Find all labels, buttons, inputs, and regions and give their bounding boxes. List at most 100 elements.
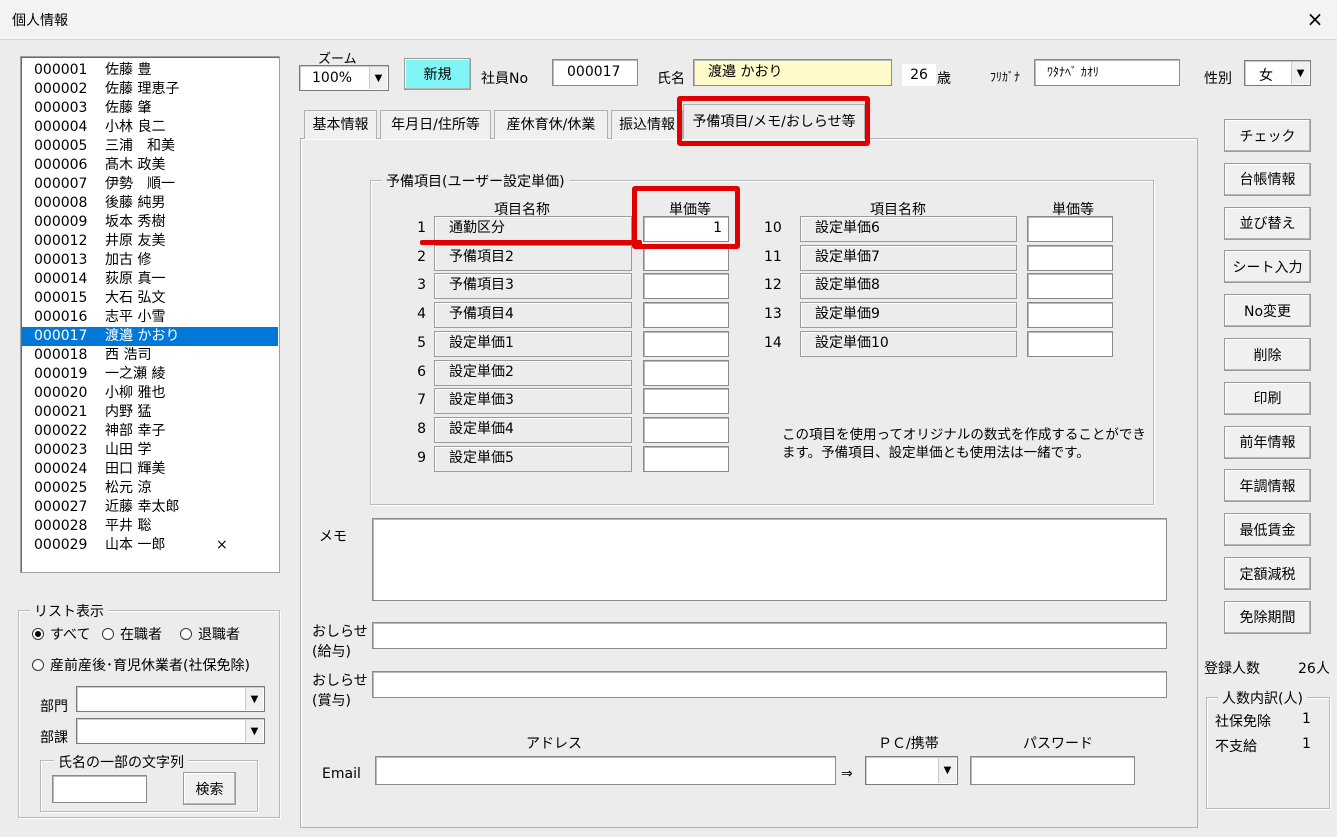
item-price-input[interactable]: [643, 388, 729, 415]
item-price-input[interactable]: [643, 330, 729, 357]
chevron-down-icon[interactable]: ▼: [938, 758, 956, 783]
arrow-right-icon: ⇒: [841, 766, 853, 782]
list-item[interactable]: 000023 山田 学: [22, 441, 278, 460]
pc-mobile-select[interactable]: ▼: [865, 756, 958, 785]
password-field[interactable]: [970, 756, 1135, 785]
list-item[interactable]: 000020 小柳 雅也: [22, 384, 278, 403]
radio-retired[interactable]: 退職者: [180, 624, 240, 644]
list-item[interactable]: 000025 松元 涼: [22, 479, 278, 498]
tab-transfer[interactable]: 振込情報: [611, 110, 683, 139]
list-item[interactable]: 000028 平井 聡: [22, 517, 278, 536]
list-item[interactable]: 000019 一之瀬 綾: [22, 365, 278, 384]
sort-button[interactable]: 並び替え: [1224, 206, 1311, 240]
email-address-field[interactable]: [375, 756, 836, 785]
name-search-input[interactable]: [52, 775, 147, 803]
list-item[interactable]: 000006 髙木 政美: [22, 156, 278, 175]
memo-label: メモ: [319, 529, 347, 545]
list-item[interactable]: 000012 井原 友美: [22, 232, 278, 251]
chevron-down-icon[interactable]: ▼: [369, 67, 387, 89]
zoom-select[interactable]: 100% ▼: [299, 65, 389, 91]
name-field[interactable]: 渡邉 かおり: [693, 59, 892, 86]
employee-no: 000029: [34, 537, 88, 553]
employee-no: 000019: [34, 366, 88, 382]
new-button[interactable]: 新規: [404, 58, 471, 90]
print-button[interactable]: 印刷: [1224, 381, 1311, 415]
close-icon[interactable]: ×: [1300, 5, 1330, 33]
delete-button[interactable]: 削除: [1224, 338, 1311, 371]
search-button[interactable]: 検索: [183, 772, 236, 805]
radio-retired-icon[interactable]: [180, 628, 192, 640]
list-item[interactable]: 000022 神部 幸子: [22, 422, 278, 441]
employee-name: 加古 修: [105, 252, 152, 268]
sex-select[interactable]: 女 ▼: [1244, 60, 1311, 86]
list-item[interactable]: 000001 佐藤 豊: [22, 61, 278, 80]
employee-list[interactable]: 000001 佐藤 豊 000002 佐藤 理恵子 000003 佐藤 肇 000004 小林…: [20, 56, 280, 573]
year-adjust-info-button[interactable]: 年調情報: [1224, 469, 1311, 503]
item-price-input[interactable]: [1027, 273, 1113, 300]
list-item[interactable]: 000008 後藤 純男: [22, 194, 278, 213]
exemption-period-button[interactable]: 免除期間: [1224, 600, 1311, 634]
list-item[interactable]: 000002 佐藤 理恵子: [22, 80, 278, 99]
section-select[interactable]: ▼: [76, 718, 265, 744]
radio-employed[interactable]: 在職者: [102, 624, 162, 644]
item-price-input[interactable]: [643, 359, 729, 386]
memo-textarea[interactable]: [372, 518, 1167, 601]
item-price-input[interactable]: [643, 445, 729, 472]
item-price-input[interactable]: [643, 273, 729, 300]
name-search-legend: 氏名の一部の文字列: [54, 752, 188, 772]
furigana-label: ﾌﾘｶﾞﾅ: [990, 70, 1021, 84]
item-price-input[interactable]: [1027, 216, 1113, 242]
list-item[interactable]: 000016 志平 小雪: [22, 308, 278, 327]
employee-name: 荻原 真一: [105, 271, 166, 287]
radio-leave-icon[interactable]: [32, 659, 44, 671]
item-price-input[interactable]: [1027, 302, 1113, 329]
tab-leave[interactable]: 産休育休/休業: [494, 110, 608, 139]
minimum-wage-button[interactable]: 最低賃金: [1224, 513, 1311, 547]
item-price-input[interactable]: [1027, 330, 1113, 357]
list-item[interactable]: 000027 近藤 幸太郎: [22, 498, 278, 517]
tab-basic[interactable]: 基本情報: [304, 110, 377, 139]
radio-leave[interactable]: 産前産後･育児休業者(社保免除): [32, 655, 250, 675]
fushikyu-label: 不支給: [1215, 739, 1257, 755]
no-change-button[interactable]: No変更: [1224, 294, 1311, 328]
radio-employed-icon[interactable]: [102, 628, 114, 640]
item-name-box: 設定単価5: [434, 445, 632, 472]
list-item[interactable]: 000003 佐藤 肇: [22, 99, 278, 118]
furigana-field[interactable]: ﾜﾀﾅﾍﾞ ｶｵﾘ: [1034, 59, 1180, 86]
empno-field[interactable]: 000017: [552, 59, 638, 86]
ledger-info-button[interactable]: 台帳情報: [1224, 162, 1311, 196]
list-item[interactable]: 000015 大石 弘文: [22, 289, 278, 308]
list-item[interactable]: 000021 内野 猛: [22, 403, 278, 422]
dept-select[interactable]: ▼: [76, 686, 265, 712]
prev-year-info-button[interactable]: 前年情報: [1224, 425, 1311, 459]
list-item[interactable]: 000017 渡邉 かおり: [22, 327, 278, 346]
list-item[interactable]: 000004 小林 良二: [22, 118, 278, 137]
list-item[interactable]: 000009 坂本 秀樹: [22, 213, 278, 232]
radio-all-label: すべて: [50, 627, 91, 643]
list-item[interactable]: 000024 田口 輝美: [22, 460, 278, 479]
chevron-down-icon[interactable]: ▼: [1291, 62, 1309, 84]
sheet-input-button[interactable]: シート入力: [1224, 250, 1311, 284]
list-item[interactable]: 000007 伊勢 順一: [22, 175, 278, 194]
notice-pay-field[interactable]: [372, 622, 1167, 649]
list-item[interactable]: 000018 西 浩司: [22, 346, 278, 365]
chevron-down-icon[interactable]: ▼: [245, 688, 263, 710]
list-item[interactable]: 000029 山本 一郎 ×: [22, 536, 278, 555]
chevron-down-icon[interactable]: ▼: [245, 720, 263, 742]
fixed-tax-cut-button[interactable]: 定額減税: [1224, 557, 1311, 590]
item-price-input[interactable]: [643, 302, 729, 329]
address-label: アドレス: [526, 736, 582, 752]
list-item[interactable]: 000005 三浦 和美: [22, 137, 278, 156]
tab-dates-address[interactable]: 年月日/住所等: [380, 110, 491, 139]
list-item[interactable]: 000013 加古 修: [22, 251, 278, 270]
employee-no: 000023: [34, 442, 88, 458]
item-price-input[interactable]: [1027, 244, 1113, 271]
radio-all[interactable]: すべて: [32, 624, 90, 644]
item-price-input[interactable]: [643, 416, 729, 443]
check-button[interactable]: チェック: [1224, 119, 1311, 152]
radio-all-icon[interactable]: [32, 628, 44, 640]
notice-bonus-field[interactable]: [372, 671, 1167, 698]
list-item[interactable]: 000014 荻原 真一: [22, 270, 278, 289]
row-number: 8: [417, 420, 426, 437]
item-name-box: 設定単価10: [800, 330, 1017, 357]
